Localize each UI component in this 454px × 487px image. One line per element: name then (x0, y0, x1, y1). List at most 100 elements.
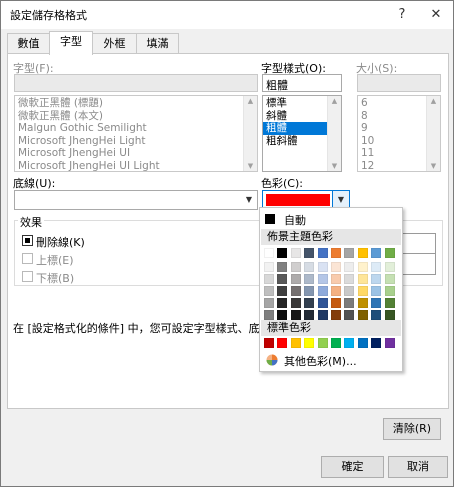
size-scrollbar[interactable]: ▲ ▼ (426, 96, 440, 171)
automatic-color-option[interactable]: 自動 (262, 211, 398, 227)
font-list[interactable]: 微軟正黑體 (標題) 微軟正黑體 (本文) Malgun Gothic Semi… (14, 95, 258, 172)
theme-color-swatch[interactable] (344, 248, 355, 258)
standard-color-swatch[interactable] (384, 338, 395, 348)
theme-color-swatch[interactable] (290, 248, 301, 258)
theme-shade-swatch[interactable] (317, 286, 328, 296)
tab-fill[interactable]: 填滿 (136, 33, 179, 54)
theme-shade-swatch[interactable] (304, 274, 315, 284)
theme-color-swatch[interactable] (357, 248, 368, 258)
theme-color-swatch[interactable] (331, 248, 341, 258)
theme-shade-swatch[interactable] (384, 310, 395, 320)
clear-button[interactable]: 清除(R) (383, 418, 441, 440)
theme-shade-swatch[interactable] (290, 298, 301, 308)
theme-color-swatch[interactable] (371, 248, 382, 258)
theme-shade-swatch[interactable] (290, 286, 301, 296)
theme-shade-swatch[interactable] (384, 298, 395, 308)
theme-shade-swatch[interactable] (371, 286, 382, 296)
theme-shade-swatch[interactable] (304, 310, 315, 320)
theme-shade-swatch[interactable] (384, 274, 395, 284)
theme-shade-swatch[interactable] (277, 286, 288, 296)
theme-shade-swatch[interactable] (317, 310, 328, 320)
theme-shade-swatch[interactable] (344, 298, 355, 308)
theme-shade-swatch[interactable] (317, 274, 328, 284)
theme-shade-swatch[interactable] (371, 274, 382, 284)
theme-shade-swatch[interactable] (384, 286, 395, 296)
theme-shade-swatch[interactable] (344, 310, 355, 320)
standard-color-swatch[interactable] (277, 338, 288, 348)
list-item[interactable]: Malgun Gothic Semilight (15, 122, 257, 135)
theme-shade-swatch[interactable] (304, 298, 315, 308)
theme-shade-swatch[interactable] (384, 262, 395, 272)
theme-shade-swatch[interactable] (264, 274, 274, 284)
theme-shade-swatch[interactable] (317, 298, 328, 308)
theme-color-swatch[interactable] (317, 248, 328, 258)
theme-shade-swatch[interactable] (371, 310, 382, 320)
style-list[interactable]: 標準 斜體 粗體 粗斜體 ▲ ▼ (262, 95, 342, 172)
scroll-down-icon[interactable]: ▼ (427, 162, 440, 170)
theme-shade-swatch[interactable] (277, 310, 288, 320)
theme-shade-swatch[interactable] (371, 298, 382, 308)
theme-color-swatch[interactable] (264, 248, 274, 258)
theme-shade-swatch[interactable] (264, 310, 274, 320)
tab-number[interactable]: 數值 (7, 33, 50, 54)
strikethrough-checkbox[interactable] (22, 235, 33, 246)
ok-button[interactable]: 確定 (321, 456, 384, 478)
font-scrollbar[interactable]: ▲ ▼ (243, 96, 257, 171)
theme-shade-swatch[interactable] (331, 286, 341, 296)
scroll-up-icon[interactable]: ▲ (427, 97, 440, 105)
list-item[interactable]: Microsoft JhengHei UI Light (15, 160, 257, 172)
more-colors-option[interactable]: 其他色彩(M)... (262, 352, 398, 368)
list-item[interactable]: Microsoft JhengHei UI (15, 147, 257, 160)
theme-shade-swatch[interactable] (357, 298, 368, 308)
scroll-up-icon[interactable]: ▲ (244, 97, 257, 105)
standard-color-swatch[interactable] (317, 338, 328, 348)
theme-shade-swatch[interactable] (331, 298, 341, 308)
theme-shade-swatch[interactable] (290, 310, 301, 320)
theme-shade-swatch[interactable] (371, 262, 382, 272)
theme-shade-swatch[interactable] (264, 262, 274, 272)
list-item[interactable]: Microsoft JhengHei Light (15, 135, 257, 148)
standard-color-swatch[interactable] (290, 338, 301, 348)
style-input[interactable]: 粗體 (262, 74, 342, 92)
font-input[interactable] (14, 74, 258, 92)
scroll-down-icon[interactable]: ▼ (328, 162, 341, 170)
theme-shade-swatch[interactable] (357, 274, 368, 284)
theme-shade-swatch[interactable] (264, 286, 274, 296)
list-item[interactable]: 微軟正黑體 (標題) (15, 97, 257, 110)
size-list[interactable]: 6 8 9 10 11 12 ▲ ▼ (357, 95, 441, 172)
theme-shade-swatch[interactable] (357, 262, 368, 272)
underline-select[interactable]: ▼ (14, 190, 258, 210)
theme-shade-swatch[interactable] (277, 298, 288, 308)
help-button[interactable]: ? (390, 4, 414, 26)
theme-color-swatch[interactable] (384, 248, 395, 258)
superscript-checkbox[interactable] (22, 253, 33, 264)
theme-color-swatch[interactable] (277, 248, 288, 258)
theme-shade-swatch[interactable] (344, 286, 355, 296)
theme-shade-swatch[interactable] (264, 298, 274, 308)
tab-border[interactable]: 外框 (92, 33, 137, 54)
standard-color-swatch[interactable] (357, 338, 368, 348)
list-item-selected[interactable]: 粗體 (263, 122, 328, 135)
theme-shade-swatch[interactable] (304, 262, 315, 272)
theme-shade-swatch[interactable] (277, 274, 288, 284)
theme-shade-swatch[interactable] (331, 274, 341, 284)
theme-shade-swatch[interactable] (277, 262, 288, 272)
standard-color-swatch[interactable] (264, 338, 274, 348)
tab-font[interactable]: 字型 (49, 31, 93, 55)
size-input[interactable] (357, 74, 441, 92)
theme-shade-swatch[interactable] (344, 274, 355, 284)
style-scrollbar[interactable]: ▲ ▼ (327, 96, 341, 171)
close-button[interactable]: ✕ (424, 4, 448, 26)
theme-shade-swatch[interactable] (290, 262, 301, 272)
theme-shade-swatch[interactable] (304, 286, 315, 296)
standard-color-swatch[interactable] (371, 338, 382, 348)
theme-shade-swatch[interactable] (317, 262, 328, 272)
subscript-checkbox[interactable] (22, 271, 33, 282)
cancel-button[interactable]: 取消 (388, 456, 448, 478)
theme-color-swatch[interactable] (304, 248, 315, 258)
theme-shade-swatch[interactable] (344, 262, 355, 272)
standard-color-swatch[interactable] (344, 338, 355, 348)
theme-shade-swatch[interactable] (331, 310, 341, 320)
standard-color-swatch[interactable] (331, 338, 341, 348)
theme-shade-swatch[interactable] (357, 310, 368, 320)
